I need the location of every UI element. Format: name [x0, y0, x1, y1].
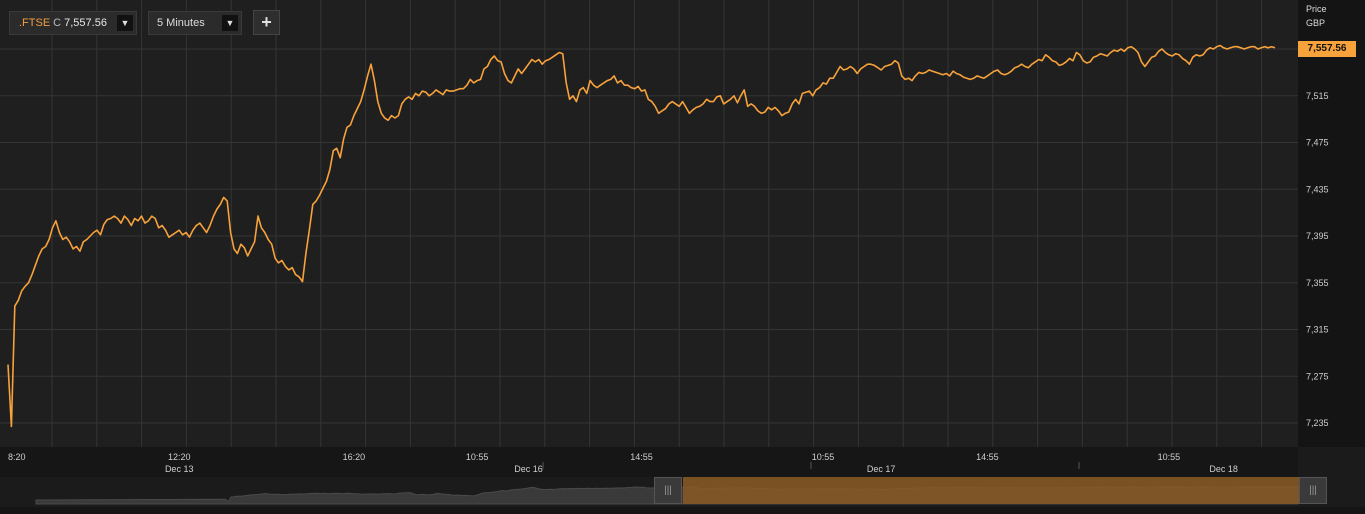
- chevron-down-icon[interactable]: ▼: [117, 15, 133, 31]
- x-tick-label-time: 8:20: [8, 452, 26, 462]
- navigator-selection[interactable]: [683, 477, 1299, 504]
- y-tick-label: 7,275: [1306, 371, 1329, 381]
- y-tick-label: 7,235: [1306, 418, 1329, 428]
- price-axis-panel: 7,235 7,275 7,315 7,355 7,395 7,435 7,475 7,515…: [1298, 0, 1365, 447]
- symbol-label: .FTSE: [19, 17, 51, 29]
- x-tick-label-date: Dec 13: [165, 464, 194, 474]
- last-value: 7,557.56: [64, 17, 107, 29]
- time-axis-svg: 8:20 12:20 Dec 13 16:20 10:55 Dec 16 14:55 10:5…: [8, 452, 1344, 474]
- close-marker: C: [53, 17, 62, 29]
- interval-selector[interactable]: 5 Minutes ▼: [148, 11, 242, 35]
- y-tick-label: 7,435: [1306, 184, 1329, 194]
- chevron-down-icon[interactable]: ▼: [222, 15, 238, 31]
- x-tick-label-date: Dec 17: [867, 464, 896, 474]
- x-tick-label-time: 14:55: [976, 452, 999, 462]
- last-price-tag: 7,557.56: [1298, 41, 1356, 57]
- price-axis: 7,235 7,275 7,315 7,355 7,395 7,435 7,475 7,515…: [1306, 44, 1329, 428]
- range-navigator[interactable]: ||| |||: [0, 477, 1365, 507]
- price-line-chart[interactable]: [0, 0, 1298, 447]
- symbol-selector[interactable]: .FTSE C 7,557.56 ▼: [9, 11, 137, 35]
- add-study-button[interactable]: +: [253, 10, 280, 35]
- time-axis: 8:20 12:20 Dec 13 16:20 10:55 Dec 16 14:55 10:5…: [0, 447, 1344, 477]
- navigator-right-handle[interactable]: |||: [1299, 477, 1327, 504]
- navigator-left-handle[interactable]: |||: [654, 477, 682, 504]
- y-tick-label: 7,315: [1306, 325, 1329, 335]
- x-tick-label-time: 16:20: [343, 452, 366, 462]
- price-axis-title: Price: [1306, 4, 1327, 14]
- x-tick-label-time: 12:20: [168, 452, 191, 462]
- x-tick-label-time: 10:55: [812, 452, 835, 462]
- x-tick-label-time: 10:55: [1158, 452, 1181, 462]
- x-tick-label-time: 14:55: [630, 452, 653, 462]
- interval-label: 5 Minutes: [157, 17, 205, 29]
- chart-plot-area[interactable]: [0, 0, 1298, 447]
- y-tick-label: 7,395: [1306, 231, 1329, 241]
- bottom-toolbar-strip: [0, 507, 1365, 514]
- x-tick-label-date: Dec 16: [514, 464, 543, 474]
- y-tick-label: 7,475: [1306, 138, 1329, 148]
- price-axis-currency: GBP: [1306, 18, 1326, 28]
- x-tick-label-time: 10:55: [466, 452, 489, 462]
- x-tick-label-date: Dec 18: [1209, 464, 1238, 474]
- y-tick-label: 7,515: [1306, 91, 1329, 101]
- y-tick-label: 7,355: [1306, 278, 1329, 288]
